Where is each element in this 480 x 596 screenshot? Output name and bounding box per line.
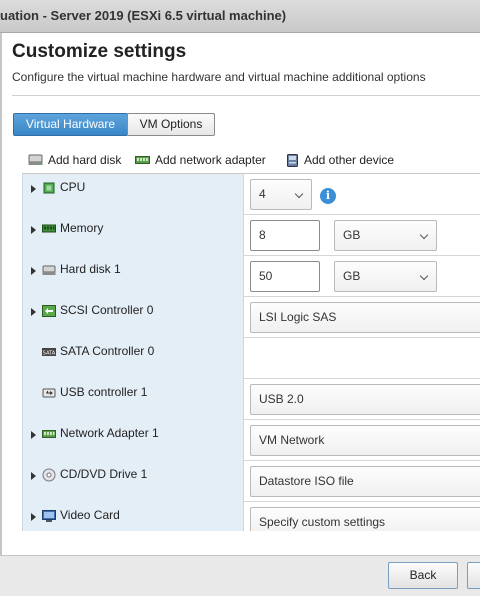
expand-arrow-icon[interactable] (31, 185, 36, 193)
cd-dvd-source-select[interactable]: Datastore ISO file (250, 466, 480, 497)
video-card-label: Video Card (60, 508, 120, 522)
memory-size-value: 8 (259, 228, 266, 242)
monitor-icon (42, 510, 56, 522)
back-button[interactable]: Back (388, 562, 458, 589)
dialog-footer: Back (0, 555, 480, 596)
memory-unit-value: GB (343, 228, 361, 242)
add-other-device-label: Add other device (304, 153, 395, 167)
virtual-hardware-table: CPU 4 i Memory 8 GB Hard disk 1 50 GB SC… (22, 173, 480, 531)
hardware-label-cell: Hard disk 1 (22, 256, 244, 297)
expand-arrow-icon[interactable] (31, 267, 36, 275)
usb-controller-type-select[interactable]: USB 2.0 (250, 384, 480, 415)
cd-dvd-source-value: Datastore ISO file (259, 474, 354, 488)
video-card-settings-select[interactable]: Specify custom settings (250, 507, 480, 531)
chevron-down-icon (419, 230, 429, 240)
video-card-settings-value: Specify custom settings (259, 515, 386, 529)
scsi-controller-type-value: LSI Logic SAS (259, 310, 337, 324)
network-select[interactable]: VM Network (250, 425, 480, 456)
window-titlebar: uation - Server 2019 (ESXi 6.5 virtual m… (0, 0, 480, 33)
hardware-label-cell: SCSI Controller 0 (22, 297, 244, 338)
scsi-controller-type-select[interactable]: LSI Logic SAS (250, 302, 480, 333)
hard-disk-size-value: 50 (259, 269, 273, 283)
usb-controller-type-value: USB 2.0 (259, 392, 304, 406)
memory-size-input[interactable]: 8 (250, 220, 320, 251)
hardware-label-cell: Memory (22, 215, 244, 256)
hardware-row-sata-controller: SATA SATA Controller 0 (22, 338, 480, 379)
hardware-row-cpu: CPU 4 i (22, 174, 480, 215)
sata-controller-icon: SATA (42, 348, 56, 357)
expand-arrow-icon[interactable] (31, 513, 36, 521)
network-value: VM Network (259, 433, 325, 447)
hard-disk-unit-value: GB (343, 269, 361, 283)
memory-unit-select[interactable]: GB (334, 220, 437, 251)
hardware-label-cell: Video Card (22, 502, 244, 531)
network-adapter-label: Network Adapter 1 (60, 426, 159, 440)
svg-text:SATA: SATA (43, 351, 56, 357)
hard-disk-icon (28, 154, 43, 165)
hardware-row-cd-dvd-drive: CD/DVD Drive 1 Datastore ISO file (22, 461, 480, 502)
cd-dvd-drive-label: CD/DVD Drive 1 (60, 467, 148, 481)
add-network-adapter-button[interactable]: Add network adapter (135, 151, 266, 169)
next-button[interactable] (467, 562, 480, 589)
network-adapter-icon (135, 156, 150, 164)
expand-arrow-icon[interactable] (31, 308, 36, 316)
page-subtitle: Configure the virtual machine hardware a… (12, 70, 426, 84)
device-icon (287, 153, 298, 167)
info-icon[interactable]: i (320, 188, 336, 204)
usb-controller-label: USB controller 1 (60, 385, 148, 399)
customize-settings-dialog: Customize settings Configure the virtual… (0, 33, 480, 555)
window-title: uation - Server 2019 (ESXi 6.5 virtual m… (0, 8, 287, 23)
cpu-label: CPU (60, 180, 86, 194)
memory-icon (42, 224, 56, 233)
chevron-down-icon (294, 189, 304, 199)
add-hard-disk-button[interactable]: Add hard disk (28, 151, 121, 169)
hardware-row-network-adapter: Network Adapter 1 VM Network (22, 420, 480, 461)
cd-dvd-icon (42, 468, 56, 482)
scsi-controller-icon (42, 305, 56, 317)
cpu-count-value: 4 (259, 187, 266, 201)
hardware-label-cell: CD/DVD Drive 1 (22, 461, 244, 502)
expand-arrow-icon[interactable] (31, 472, 36, 480)
cpu-icon (43, 182, 55, 194)
hardware-row-memory: Memory 8 GB (22, 215, 480, 256)
scsi-controller-label: SCSI Controller 0 (60, 303, 154, 317)
hardware-label-cell: USB controller 1 (22, 379, 244, 420)
expand-arrow-icon[interactable] (31, 226, 36, 234)
hardware-row-video-card: Video Card Specify custom settings (22, 502, 480, 531)
hardware-row-scsi-controller: SCSI Controller 0 LSI Logic SAS (22, 297, 480, 338)
hard-disk-label: Hard disk 1 (60, 262, 121, 276)
hardware-label-cell: CPU (22, 174, 244, 215)
hard-disk-unit-select[interactable]: GB (334, 261, 437, 292)
hard-disk-size-input[interactable]: 50 (250, 261, 320, 292)
hardware-row-hard-disk: Hard disk 1 50 GB (22, 256, 480, 297)
chevron-down-icon (419, 271, 429, 281)
usb-icon (42, 388, 56, 398)
hard-disk-icon (42, 265, 56, 275)
hardware-row-usb-controller: USB controller 1 USB 2.0 (22, 379, 480, 420)
tab-virtual-hardware[interactable]: Virtual Hardware (13, 113, 128, 136)
page-title: Customize settings (12, 41, 187, 62)
add-other-device-button[interactable]: Add other device (286, 151, 394, 169)
cpu-count-select[interactable]: 4 (250, 179, 312, 210)
hardware-label-cell: Network Adapter 1 (22, 420, 244, 461)
hardware-label-cell: SATA SATA Controller 0 (22, 338, 244, 379)
expand-arrow-icon[interactable] (31, 431, 36, 439)
memory-label: Memory (60, 221, 104, 235)
sata-controller-label: SATA Controller 0 (60, 344, 155, 358)
tab-vm-options[interactable]: VM Options (127, 113, 215, 136)
network-adapter-icon (42, 430, 56, 438)
header-divider (12, 95, 480, 96)
add-hard-disk-label: Add hard disk (48, 153, 122, 167)
add-network-adapter-label: Add network adapter (155, 153, 266, 167)
